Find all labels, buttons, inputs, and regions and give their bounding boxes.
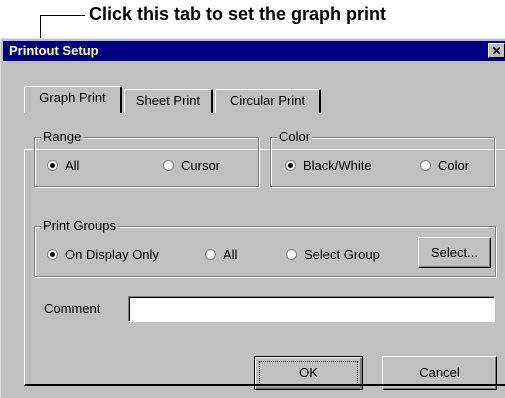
tab-sheet-print[interactable]: Sheet Print [124, 89, 213, 113]
close-icon[interactable]: ✕ [488, 43, 505, 58]
print-groups-all-radio[interactable]: All [205, 247, 237, 263]
color-blackwhite-radio[interactable]: Black/White [285, 158, 372, 174]
radio-label: Black/White [303, 158, 372, 173]
print-groups-select-group-radio[interactable]: Select Group [286, 247, 380, 263]
print-groups-legend: Print Groups [41, 218, 118, 234]
print-groups-on-display-radio[interactable]: On Display Only [47, 247, 159, 263]
radio-unselected-icon [163, 160, 174, 171]
dialog-title: Printout Setup [9, 43, 99, 58]
title-bar[interactable]: Printout Setup ✕ [3, 41, 505, 61]
radio-unselected-icon [205, 249, 216, 260]
range-group: Range All Cursor [34, 129, 259, 187]
radio-label: All [223, 247, 238, 262]
annotation-text: Click this tab to set the graph print [89, 4, 387, 24]
radio-selected-icon [285, 160, 296, 171]
printout-setup-dialog: Printout Setup ✕ Graph Print Sheet Print… [0, 38, 505, 398]
radio-label: On Display Only [65, 247, 159, 262]
radio-label: Color [438, 158, 470, 173]
callout-line-horizontal [40, 15, 85, 16]
tab-graph-print[interactable]: Graph Print [24, 86, 122, 113]
select-button[interactable]: Select... [418, 237, 491, 268]
range-cursor-radio[interactable]: Cursor [163, 158, 220, 174]
radio-unselected-icon [286, 249, 297, 260]
range-all-radio[interactable]: All [47, 158, 79, 174]
radio-unselected-icon [420, 160, 431, 171]
print-groups-group: Print Groups On Display Only All Select … [34, 218, 496, 277]
radio-selected-icon [47, 160, 58, 171]
radio-label: Cursor [181, 158, 221, 173]
comment-input[interactable] [128, 296, 495, 322]
tab-circular-print[interactable]: Circular Print [215, 89, 321, 113]
color-legend: Color [277, 129, 313, 145]
radio-label: All [65, 158, 80, 173]
radio-selected-icon [47, 249, 58, 260]
range-legend: Range [41, 129, 84, 145]
color-group: Color Black/White Color [270, 129, 495, 187]
color-color-radio[interactable]: Color [420, 158, 469, 174]
radio-label: Select Group [304, 247, 380, 262]
comment-label: Comment [44, 301, 101, 316]
